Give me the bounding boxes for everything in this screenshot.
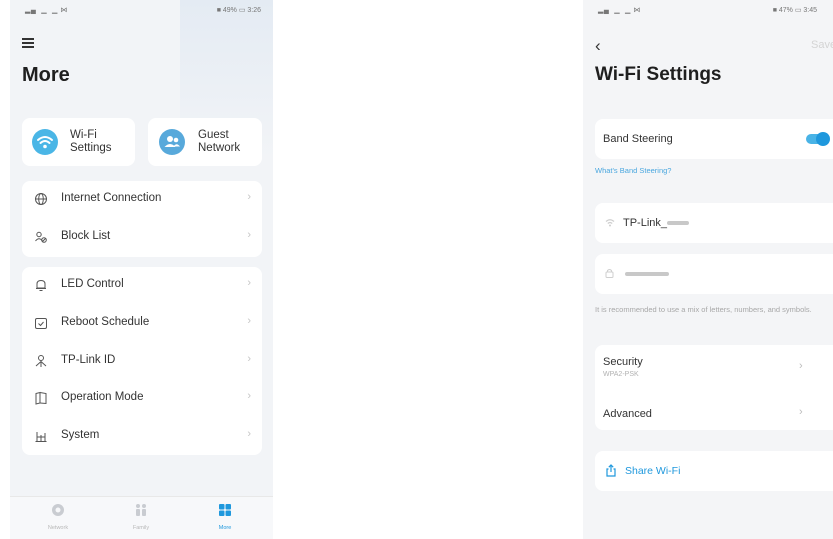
- menu-item-reboot-schedule[interactable]: Reboot Schedule ›: [22, 305, 262, 342]
- status-right: ■ 49% ▭ 3:26: [216, 7, 261, 14]
- guest-icon: [159, 129, 185, 155]
- guest-network-card[interactable]: Guest Network: [148, 118, 262, 166]
- globe-icon: [35, 193, 47, 205]
- network-icon: [52, 504, 64, 516]
- share-wifi-button[interactable]: Share Wi-Fi: [595, 451, 833, 491]
- status-right: ■ 47% ▭ 3:45: [772, 7, 817, 14]
- book-icon: [35, 391, 47, 405]
- bell-icon: [36, 279, 46, 291]
- advanced-row[interactable]: Advanced ›: [595, 393, 833, 429]
- share-icon: [606, 464, 616, 477]
- wifi-settings-card[interactable]: Wi-Fi Settings: [22, 118, 135, 166]
- more-grid-icon: [219, 504, 231, 516]
- chevron-right-icon: ›: [247, 277, 251, 289]
- status-bar: ▂▄ ▁ ▁ ⋈ ■ 47% ▭ 3:45: [583, 0, 833, 20]
- tab-label: Family: [132, 525, 150, 531]
- chevron-right-icon: ›: [247, 315, 251, 327]
- tp-link-id-icon: [35, 355, 47, 367]
- menu-item-label: LED Control: [61, 278, 124, 290]
- status-left: ▂▄ ▁ ▁ ⋈: [25, 7, 68, 14]
- ssid-field[interactable]: TP-Link_: [595, 203, 833, 243]
- menu-item-tp-link-id[interactable]: TP-Link ID ›: [22, 343, 262, 380]
- more-screen: ▂▄ ▁ ▁ ⋈ ■ 49% ▭ 3:26 More Wi-Fi Setting…: [10, 0, 273, 539]
- save-button[interactable]: Save: [811, 39, 833, 51]
- menu-item-label: Reboot Schedule: [61, 316, 150, 328]
- tab-family[interactable]: Family: [111, 503, 171, 531]
- menu-item-operation-mode[interactable]: Operation Mode ›: [22, 380, 262, 417]
- advanced-label: Advanced: [603, 408, 652, 420]
- wifi-icon: [32, 129, 58, 155]
- tab-label: More: [218, 525, 232, 531]
- band-steering-label: Band Steering: [603, 133, 673, 145]
- chevron-right-icon: ›: [247, 353, 251, 365]
- menu-item-led-control[interactable]: LED Control ›: [22, 267, 262, 304]
- chevron-right-icon: ›: [247, 428, 251, 440]
- menu-item-system[interactable]: System ›: [22, 418, 262, 455]
- family-icon: [136, 504, 146, 516]
- menu-item-label: Operation Mode: [61, 391, 144, 403]
- security-row[interactable]: Security WPA2-PSK ›: [595, 345, 833, 387]
- status-bar: ▂▄ ▁ ▁ ⋈ ■ 49% ▭ 3:26: [10, 0, 273, 20]
- wifi-settings-label-1: Wi-Fi: [70, 129, 97, 141]
- lock-icon: [605, 269, 614, 278]
- menu-item-label: Internet Connection: [61, 192, 162, 204]
- ssid-redacted: [667, 221, 690, 226]
- chevron-right-icon: ›: [247, 229, 251, 241]
- menu-icon[interactable]: [22, 38, 34, 48]
- security-value: WPA2-PSK: [603, 371, 639, 378]
- band-steering-row: Band Steering: [595, 119, 833, 159]
- guest-network-label-1: Guest: [198, 129, 229, 141]
- password-hint: It is recommended to use a mix of letter…: [595, 305, 812, 314]
- guest-network-label-2: Network: [198, 142, 241, 154]
- tab-network[interactable]: Network: [28, 503, 88, 531]
- block-list-icon: [35, 231, 47, 243]
- chevron-right-icon: ›: [247, 390, 251, 402]
- connection-group: Internet Connection › Block List ›: [22, 181, 262, 257]
- chevron-right-icon: ›: [799, 406, 803, 418]
- system-icon: [35, 432, 47, 442]
- bottom-tab-bar: Network Family More: [10, 496, 273, 539]
- password-redacted: [625, 272, 669, 276]
- tab-label: Network: [47, 525, 69, 531]
- menu-item-label: TP-Link ID: [61, 354, 116, 366]
- settings-group: LED Control › Reboot Schedule › TP-Link …: [22, 267, 262, 455]
- share-wifi-label: Share Wi-Fi: [625, 465, 681, 477]
- menu-item-internet-connection[interactable]: Internet Connection ›: [22, 181, 262, 218]
- wifi-settings-screen: ▂▄ ▁ ▁ ⋈ ■ 47% ▭ 3:45 ‹ Save Wi-Fi Setti…: [583, 0, 833, 539]
- menu-item-label: System: [61, 429, 100, 441]
- menu-item-label: Block List: [61, 230, 111, 242]
- tab-more[interactable]: More: [195, 503, 255, 531]
- calendar-icon: [35, 318, 47, 329]
- ssid-value: TP-Link_: [623, 217, 690, 229]
- band-steering-help-link[interactable]: What's Band Steering?: [595, 166, 671, 175]
- menu-item-block-list[interactable]: Block List ›: [22, 219, 262, 256]
- page-title: More: [22, 64, 70, 86]
- page-title: Wi-Fi Settings: [595, 64, 722, 85]
- wifi-small-icon: [605, 219, 615, 227]
- band-steering-toggle[interactable]: [806, 132, 830, 146]
- security-label: Security: [603, 356, 643, 368]
- ssid-prefix: TP-Link_: [623, 217, 668, 229]
- password-field[interactable]: [595, 254, 833, 294]
- security-group: Security WPA2-PSK › Advanced ›: [595, 345, 833, 430]
- chevron-right-icon: ›: [799, 360, 803, 372]
- status-left: ▂▄ ▁ ▁ ⋈: [598, 7, 641, 14]
- wifi-settings-label-2: Settings: [70, 142, 112, 154]
- chevron-right-icon: ›: [247, 191, 251, 203]
- back-arrow-icon[interactable]: ‹: [595, 36, 601, 56]
